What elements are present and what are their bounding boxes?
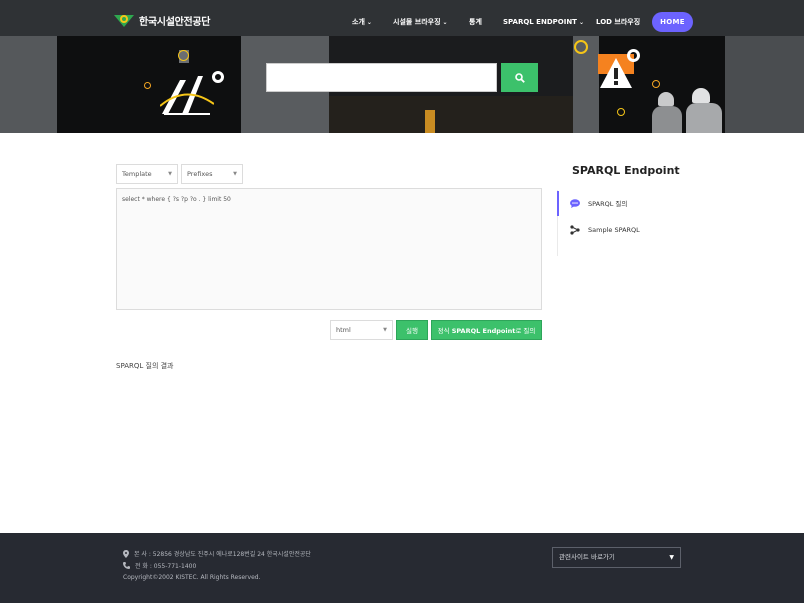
nav-item-label: LOD 브라우징 (596, 18, 641, 26)
search-button[interactable] (501, 63, 538, 92)
official-endpoint-query-button[interactable]: 정식 SPARQL Endpoint로 질의 (431, 320, 542, 340)
sidebar-item-label: Sample SPARQL (588, 226, 640, 234)
caret-down-icon: ▼ (233, 171, 237, 177)
result-format-value: html (336, 326, 351, 334)
prefixes-select-label: Prefixes (187, 170, 213, 178)
footer-address-text: 본 사 : 52856 경상남도 진주시 에나로128번길 24 한국시설안전공… (134, 551, 311, 558)
search-input[interactable] (266, 63, 497, 92)
button-label-strong: SPARQL Endpoint (451, 327, 516, 335)
chevron-down-icon: ⌄ (578, 19, 584, 26)
nav-item-intro[interactable]: 소개 ⌄ (352, 12, 372, 33)
sparql-query-editor[interactable]: select * where { ?s ?p ?o . } limit 50 (116, 188, 542, 310)
footer-address: 본 사 : 52856 경상남도 진주시 에나로128번길 24 한국시설안전공… (123, 549, 311, 558)
related-sites-label: 관련사이트 바로가기 (559, 553, 615, 561)
sidebar-active-indicator (557, 191, 559, 216)
logo-text: 한국시설안전공단 (139, 16, 211, 28)
share-nodes-icon (570, 225, 580, 235)
decor-ring (617, 108, 625, 116)
button-label-part: 정식 (437, 327, 452, 335)
results-heading: SPARQL 질의 결과 (116, 362, 174, 370)
caret-down-icon: ▼ (383, 327, 387, 333)
nav-item-statistics[interactable]: 통계 (469, 12, 482, 32)
footer-copyright: Copyright©2002 KISTEC. All Rights Reserv… (123, 574, 261, 581)
nav-item-label: SPARQL ENDPOINT (503, 18, 577, 26)
logo-mark-icon (114, 15, 134, 27)
decor-ring (574, 40, 588, 54)
hero-banner: 한국시설안전공단 소개 ⌄ 시설물 브라우징 ⌄ 통계 SPARQL ENDPOIN… (0, 0, 804, 133)
phone-icon (123, 562, 130, 569)
caret-down-icon: ▼ (168, 171, 172, 177)
chevron-down-icon: ⌄ (442, 19, 448, 26)
chat-bubble-icon (570, 198, 580, 208)
nav-item-label: 시설물 브라우징 (393, 18, 441, 26)
decor-ring (212, 71, 224, 83)
button-label-part: 로 질의 (515, 327, 536, 335)
sidebar-item-sparql-query[interactable]: SPARQL 질의 (570, 198, 627, 208)
chevron-down-icon: ⌄ (366, 19, 372, 26)
decor-ring (652, 80, 660, 88)
site-logo[interactable]: 한국시설안전공단 (114, 12, 211, 28)
search-icon (514, 72, 525, 83)
map-pin-icon (123, 549, 129, 558)
decor-ring (178, 50, 189, 61)
home-button[interactable]: HOME (652, 12, 693, 32)
footer-phone-text: 전 화 : 055-771-1400 (135, 563, 197, 570)
decor-ring (627, 49, 640, 62)
bridge-icon (160, 76, 214, 115)
footer-phone: 전 화 : 055-771-1400 (123, 561, 196, 570)
workers-image (648, 88, 728, 133)
template-select[interactable]: Template ▼ (116, 164, 178, 184)
sidebar-item-sample-sparql[interactable]: Sample SPARQL (570, 225, 640, 235)
caret-down-icon: ▼ (669, 554, 674, 561)
nav-item-lod-browsing[interactable]: LOD 브라우징 (596, 12, 640, 32)
prefixes-select[interactable]: Prefixes ▼ (181, 164, 243, 184)
nav-item-sparql-endpoint[interactable]: SPARQL ENDPOINT ⌄ (503, 12, 584, 33)
nav-item-label: 통계 (469, 18, 482, 26)
template-select-label: Template (122, 170, 152, 178)
sidebar-title: SPARQL Endpoint (572, 164, 680, 177)
sidebar-item-label: SPARQL 질의 (588, 200, 628, 208)
nav-item-label: 소개 (352, 18, 365, 26)
result-format-select[interactable]: html ▼ (330, 320, 393, 340)
run-button[interactable]: 실행 (396, 320, 428, 340)
decor-ring (144, 82, 151, 89)
site-footer: 본 사 : 52856 경상남도 진주시 에나로128번길 24 한국시설안전공… (0, 533, 804, 603)
related-sites-select[interactable]: 관련사이트 바로가기 ▼ (552, 547, 681, 568)
nav-item-facility-browsing[interactable]: 시설물 브라우징 ⌄ (393, 12, 448, 33)
